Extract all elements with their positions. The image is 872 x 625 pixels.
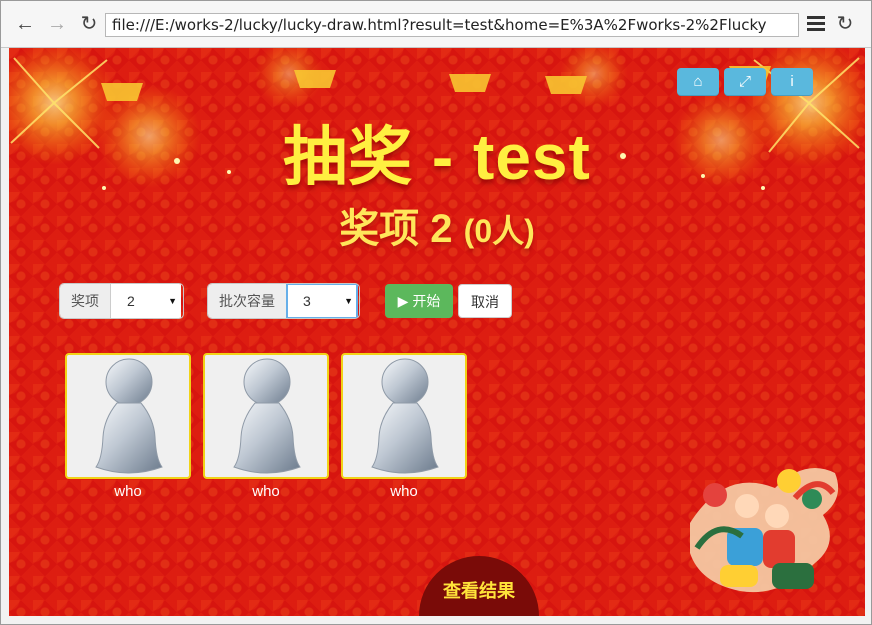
candidate-card[interactable] (341, 353, 467, 479)
view-results-button[interactable]: 查看结果 (419, 556, 539, 616)
person-icon (371, 358, 439, 474)
prize-heading: 奖项 2 (0人) (9, 196, 865, 254)
batch-select-group: 批次容量 3 (208, 284, 359, 318)
candidate-name: who (252, 483, 280, 500)
batch-addon: 批次容量 (208, 284, 287, 318)
festival-kids-illustration (690, 468, 839, 593)
person-icon (95, 358, 163, 474)
candidate-name: who (390, 483, 418, 500)
prize-select[interactable]: 2 (111, 284, 181, 318)
start-button[interactable]: ▶ 开始 (385, 284, 453, 318)
prize-addon: 奖项 (60, 284, 111, 318)
reload-icon[interactable]: ↻ (77, 12, 101, 36)
play-icon: ▶ (397, 293, 409, 309)
batch-select[interactable]: 3 (286, 284, 358, 318)
prize-count: (0人) (463, 213, 535, 249)
home-icon[interactable]: ⌂ (677, 68, 719, 96)
cancel-button[interactable]: 取消 (458, 284, 512, 318)
arrow-left-icon[interactable]: ← (13, 12, 37, 36)
browser-toolbar: ← → ↻ file:///E:/works-2/lucky/lucky-dra… (1, 1, 871, 48)
page-title: 抽奖 - test (283, 121, 591, 193)
start-label: 开始 (412, 293, 441, 309)
lucky-draw-page: ⌂ ⤢ i 抽奖 - test 奖项 2 (0人) 奖项 2 批次容量 3 ▶ … (9, 48, 865, 616)
browser-window: ← → ↻ file:///E:/works-2/lucky/lucky-dra… (0, 0, 872, 625)
candidate-card[interactable] (65, 353, 191, 479)
info-icon[interactable]: i (771, 68, 813, 96)
refresh-icon[interactable]: ↻ (833, 12, 857, 36)
fullscreen-icon[interactable]: ⤢ (724, 68, 766, 96)
hamburger-menu-icon[interactable] (807, 13, 825, 35)
candidate-name: who (114, 483, 142, 500)
prize-select-group: 奖项 2 (60, 284, 183, 318)
candidate-card[interactable] (203, 353, 329, 479)
arrow-right-icon[interactable]: → (45, 12, 69, 36)
person-icon (233, 358, 301, 474)
top-right-toolbar: ⌂ ⤢ i (677, 68, 813, 96)
prize-label: 奖项 2 (339, 207, 453, 251)
address-bar[interactable]: file:///E:/works-2/lucky/lucky-draw.html… (105, 13, 799, 37)
